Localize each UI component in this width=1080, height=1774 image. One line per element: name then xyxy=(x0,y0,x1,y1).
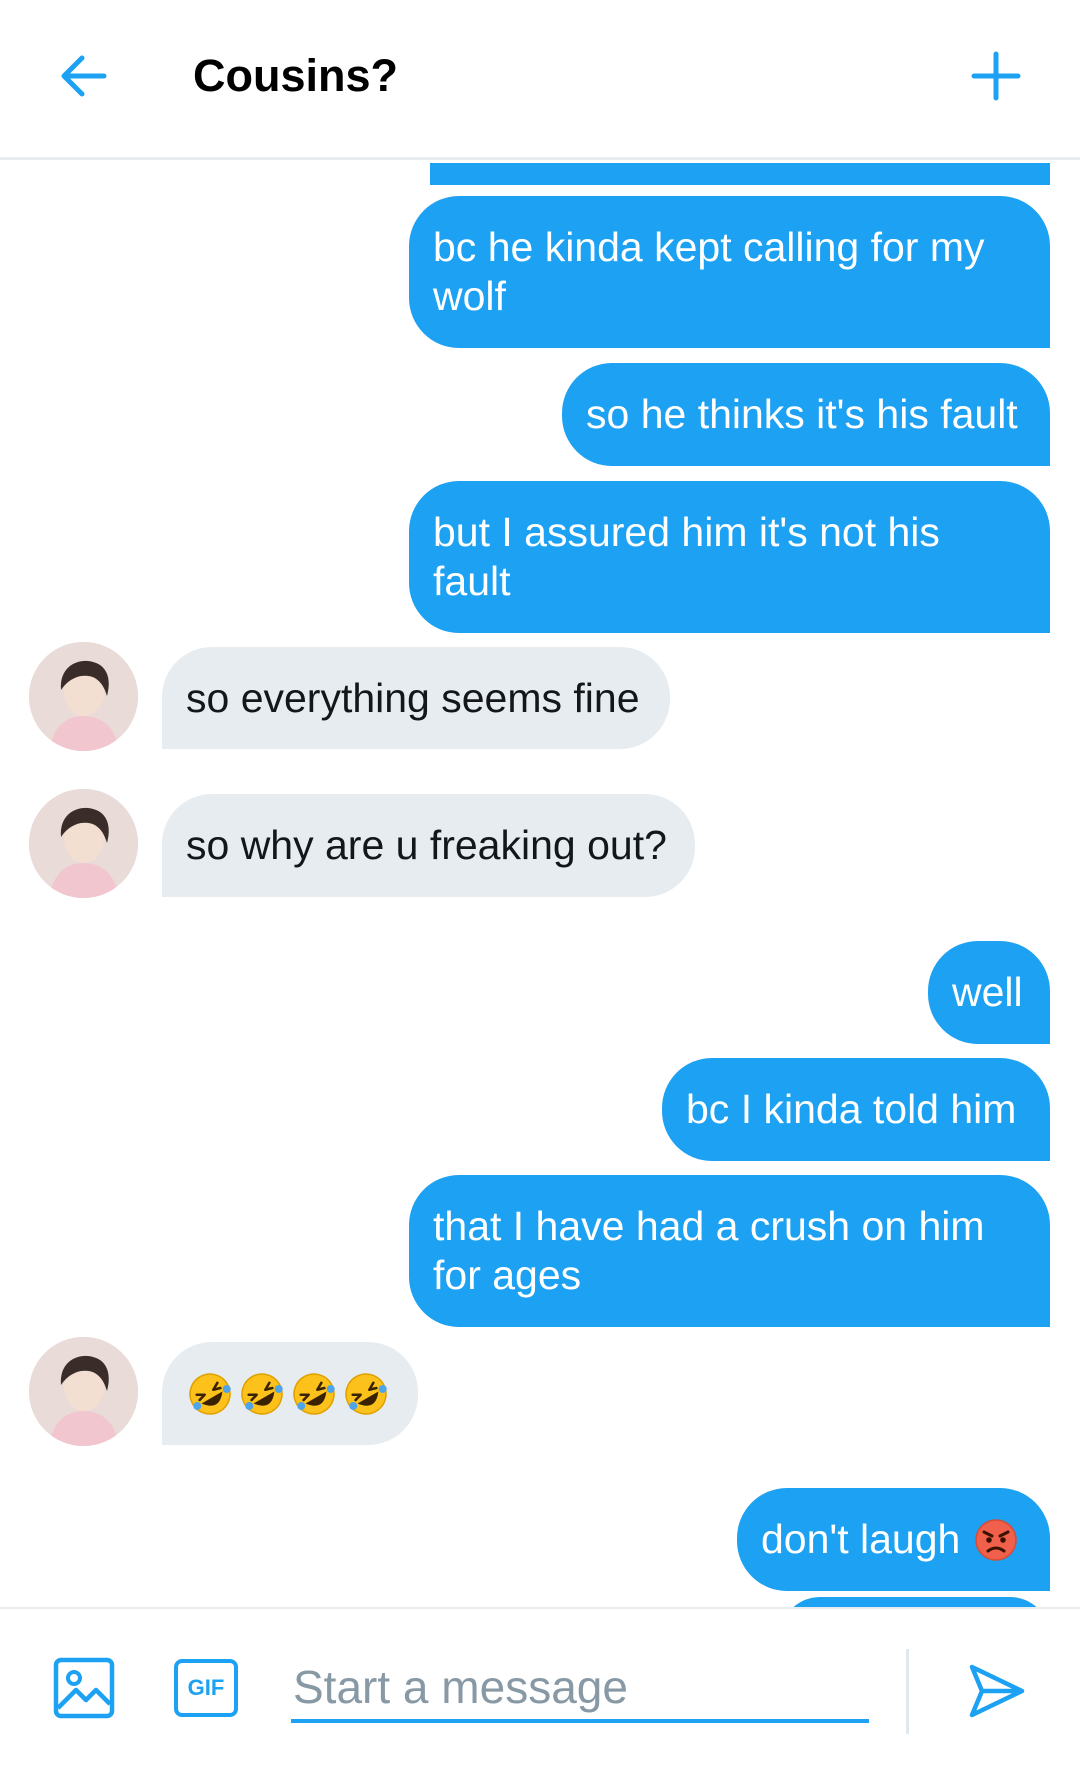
sent-message-bubble[interactable]: bc I kinda told him xyxy=(662,1058,1050,1161)
message-input[interactable] xyxy=(291,1655,869,1723)
sent-message-bubble[interactable]: well xyxy=(928,941,1050,1044)
message-text: but I assured him it's not his fault xyxy=(433,509,952,604)
send-icon[interactable] xyxy=(964,1659,1028,1723)
rolling-on-floor-laughing-emoji-icon xyxy=(241,1372,283,1415)
sent-message-bubble-partial xyxy=(780,1597,1050,1607)
message-text: bc he kinda kept calling for my wolf xyxy=(433,224,996,319)
rolling-on-floor-laughing-emoji-icon xyxy=(189,1372,231,1415)
rolling-on-floor-laughing-emoji-icon xyxy=(293,1372,335,1415)
message-text: bc I kinda told him xyxy=(686,1086,1017,1132)
received-message-bubble[interactable]: so everything seems fine xyxy=(162,647,670,749)
received-message-bubble[interactable]: so why are u freaking out? xyxy=(162,794,695,897)
message-text: don't laugh xyxy=(761,1516,961,1562)
sent-message-bubble[interactable]: that I have had a crush on him for ages xyxy=(409,1175,1050,1327)
message-text: so everything seems fine xyxy=(186,674,640,721)
sent-message-bubble[interactable]: but I assured him it's not his fault xyxy=(409,481,1050,633)
composer-divider xyxy=(906,1649,909,1734)
message-content: don't laugh xyxy=(761,1515,1026,1564)
contact-avatar[interactable] xyxy=(29,1337,138,1446)
conversation-title[interactable]: Cousins? xyxy=(193,46,398,106)
angry-face-emoji-icon xyxy=(975,1518,1018,1561)
plus-icon[interactable] xyxy=(964,44,1028,108)
sent-message-bubble[interactable]: bc he kinda kept calling for my wolf xyxy=(409,196,1050,348)
conversation-header: Cousins? xyxy=(0,0,1080,160)
message-text: so he thinks it's his fault xyxy=(586,391,1018,437)
contact-avatar[interactable] xyxy=(29,789,138,898)
message-text: well xyxy=(952,969,1023,1015)
sent-message-bubble-partial xyxy=(430,163,1050,185)
rolling-on-floor-laughing-emoji-icon xyxy=(345,1372,387,1415)
image-icon[interactable] xyxy=(52,1656,116,1720)
message-text: so why are u freaking out? xyxy=(186,822,667,868)
emoji-row xyxy=(186,1370,394,1418)
contact-avatar[interactable] xyxy=(29,642,138,751)
back-arrow-icon[interactable] xyxy=(52,44,116,108)
sent-message-bubble[interactable]: so he thinks it's his fault xyxy=(562,363,1050,466)
gif-button[interactable]: GIF xyxy=(174,1659,238,1717)
message-list[interactable]: bc he kinda kept calling for my wolf so … xyxy=(0,163,1080,1607)
dm-screen: Cousins? bc he kinda kept calling for my… xyxy=(0,0,1080,1774)
message-text: that I have had a crush on him for ages xyxy=(433,1203,996,1298)
message-composer: GIF xyxy=(0,1607,1080,1774)
sent-message-bubble[interactable]: don't laugh xyxy=(737,1488,1050,1591)
received-message-bubble[interactable] xyxy=(162,1342,418,1445)
